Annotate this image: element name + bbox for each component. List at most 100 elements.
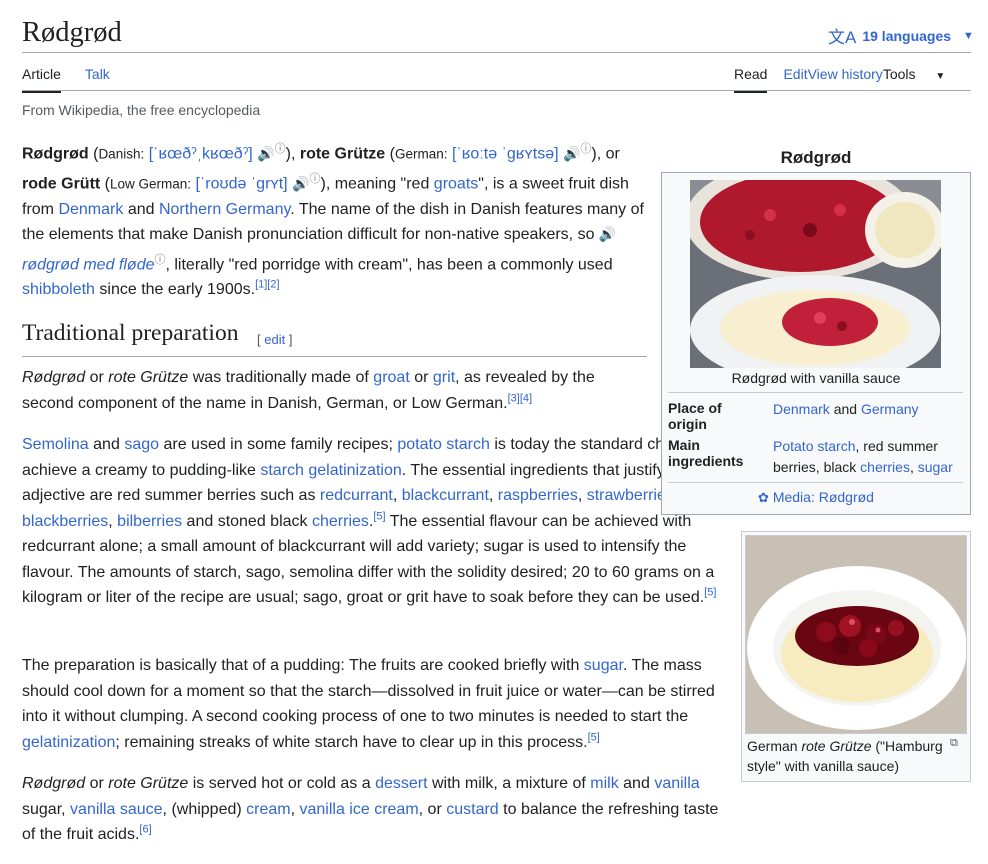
edit-link[interactable]: edit [264,332,285,347]
link-potato-starch[interactable]: Potato starch [773,438,856,454]
link-vanilla[interactable]: vanilla [654,775,699,792]
term: rote Grütze [108,775,189,792]
link-semolina[interactable]: Semolina [22,436,89,453]
link-sago[interactable]: sago [124,436,159,453]
link-starch-gelatinization[interactable]: starch gelatinization [260,462,401,479]
paragraph: Semolina and sago are used in some famil… [22,436,717,606]
text: and stoned black [186,512,308,530]
speaker-icon[interactable]: 🔊 [599,226,616,242]
link-potato-starch[interactable]: potato starch [397,436,490,453]
link-denmark[interactable]: Denmark [58,201,123,218]
colon: : [443,146,448,162]
reference-link[interactable]: [5] [704,587,716,599]
reference-link[interactable]: [1][2] [255,279,279,291]
lang-german[interactable]: German [395,146,444,161]
link-sugar[interactable]: sugar [918,459,953,475]
text: , [909,459,914,475]
link-milk[interactable]: milk [590,775,618,792]
term-low-german: rode Grütt [22,175,101,193]
lang-low-german[interactable]: Low German [110,176,187,191]
paragraph: Rødgrød or rote Grütze was traditionally… [22,365,642,416]
chevron-down-icon: ▼ [963,29,974,42]
link-groats[interactable]: groats [434,175,478,192]
enlarge-icon[interactable]: ⧉ [950,737,958,750]
link-phrase-audio[interactable]: rødgrød med fløde [22,256,154,273]
link-blackcurrant[interactable]: blackcurrant [402,487,489,504]
section-heading: Traditional preparation [22,320,239,346]
text: ", is a sweet fruit dish [478,175,629,193]
link-grit[interactable]: grit [433,369,455,386]
speaker-icon[interactable]: 🔊 [257,145,274,161]
media-link[interactable]: Media: Rødgrød [773,489,874,505]
place-of-origin-label: Place of origin [668,400,722,432]
tab-article[interactable]: Article [22,66,61,93]
text: , or [418,800,442,818]
link-cherries[interactable]: cherries [312,513,369,530]
link-vanilla-sauce[interactable]: vanilla sauce [70,801,163,818]
infobox-image[interactable] [690,180,941,368]
speaker-icon[interactable]: 🔊 [292,175,309,191]
link-raspberries[interactable]: raspberries [498,487,578,504]
phrase: rødgrød med fløde [22,255,155,273]
link-vanilla-ice-cream[interactable]: vanilla ice cream [300,801,419,818]
bracket: [ [257,332,261,347]
link-shibboleth[interactable]: shibboleth [22,281,95,298]
text: , [392,487,398,504]
info-icon[interactable]: ⓘ [580,143,591,155]
tab-view-history[interactable]: View history [808,66,883,93]
infobox-title: Rødgrød [780,148,852,167]
link-custard[interactable]: custard [446,801,498,818]
language-count: 19 languages [862,27,952,44]
link-groat[interactable]: groat [373,369,409,386]
link-sugar[interactable]: sugar [584,657,623,674]
reference-link[interactable]: [6] [139,824,151,836]
language-selector[interactable]: 文A 19 languages ▼ [828,23,974,48]
tools-menu[interactable]: Tools ▼ [883,66,961,93]
namespace-tabs: Article Talk [22,66,110,93]
lang-danish[interactable]: Danish [98,146,140,161]
title-divider [22,52,971,53]
tab-edit[interactable]: Edit [783,66,807,93]
link-cream[interactable]: cream [246,801,290,818]
language-icon: 文A [828,28,857,47]
text: sugar, [22,800,66,818]
colon: : [187,176,192,192]
tagline: From Wikipedia, the free encyclopedia [22,102,261,118]
thumbnail-image[interactable] [745,535,967,734]
text: German [747,738,798,754]
commons-icon: ✿ [758,490,769,505]
ipa-german[interactable]: [ˈʁoːtə ˈɡʁʏtsə] [452,145,559,162]
paragraph: The preparation is basically that of a p… [22,653,727,755]
link-dessert[interactable]: dessert [375,775,427,792]
info-icon[interactable]: ⓘ [154,254,165,266]
info-icon[interactable]: ⓘ [275,143,286,155]
link-bilberries[interactable]: bilberries [117,513,182,530]
info-icon[interactable]: ⓘ [310,173,321,185]
paragraph: Rødgrød or rote Grütze is served hot or … [22,775,719,843]
link-cherries[interactable]: cherries [860,459,910,475]
ipa-danish[interactable]: [ˈʁœðˀˌkʁœðˀ] [149,145,253,162]
intro-paragraph: Rødgrød (Danish: [ˈʁœðˀˌkʁœðˀ] 🔊ⓘ), rote… [22,143,644,299]
main-ingredients-value: Potato starch, red summer berries, black… [773,436,963,478]
speaker-icon[interactable]: 🔊 [563,145,580,161]
tab-read[interactable]: Read [734,66,768,93]
link-germany[interactable]: Germany [861,401,919,417]
place-of-origin-value: Denmark and Germany [773,399,963,420]
link-blackberries[interactable]: blackberries [22,513,108,530]
reference-link[interactable]: [3][4] [508,392,532,404]
ipa-low-german[interactable]: [ˈroʊdə ˈɡrʏt] [196,175,288,192]
term: Rødgrød [22,369,86,386]
reference-link[interactable]: [5] [373,510,385,522]
link-redcurrant[interactable]: redcurrant [320,487,393,504]
term: rote Grütze [801,738,872,754]
text: ), meaning "red [320,175,430,193]
reference-link[interactable]: [5] [588,731,600,743]
link-denmark[interactable]: Denmark [773,401,830,417]
link-northern-germany[interactable]: Northern Germany [159,201,290,218]
text: are used in some family recipes; [163,436,393,453]
tab-talk[interactable]: Talk [85,66,110,93]
link-gelatinization[interactable]: gelatinization [22,734,115,751]
text: , (whipped) [162,800,242,818]
text: since the early 1900s. [99,281,256,299]
colon: : [140,146,145,162]
